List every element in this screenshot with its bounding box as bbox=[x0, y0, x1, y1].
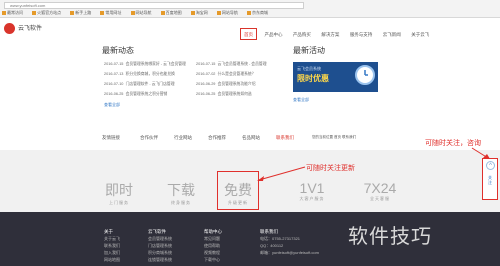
footer-link[interactable]: 使用帮助 bbox=[204, 242, 222, 249]
footer-link[interactable]: 连锁管理系统 bbox=[148, 256, 172, 263]
footer-link[interactable]: 联系我们 bbox=[104, 242, 120, 249]
nav-solutions[interactable]: 解决方案 bbox=[318, 29, 342, 41]
up-arrow-icon: ^ bbox=[486, 161, 495, 170]
side-follow-button[interactable]: ^ 关注 bbox=[482, 158, 498, 200]
annotation-middle: 可随时关注更新 bbox=[306, 165, 355, 172]
link-contact[interactable]: 联系我们 bbox=[276, 135, 294, 141]
bookmark[interactable]: 新手上路 bbox=[70, 10, 95, 16]
nav-products[interactable]: 产品中心 bbox=[261, 29, 285, 41]
footer-link[interactable]: 会员管理系统 bbox=[148, 235, 172, 242]
news-more-link[interactable]: 查看全部 bbox=[104, 102, 120, 108]
breadcrumb: 您的当前位置 首页 联系我们 bbox=[312, 135, 356, 139]
link-brands[interactable]: 名品网站 bbox=[242, 135, 260, 141]
main-nav: 首页 产品中心 产品购买 解决方案 服务与支持 云飞新闻 关于云飞 bbox=[240, 23, 432, 40]
feature-item: 7X24 全天客服 bbox=[363, 180, 397, 201]
bookmark[interactable]: 火狐官方站点 bbox=[32, 10, 65, 16]
nav-support[interactable]: 服务与支持 bbox=[347, 29, 376, 41]
site-header: 云飞软件 首页 产品中心 产品购买 解决方案 服务与支持 云飞新闻 关于云飞 bbox=[0, 19, 500, 40]
nav-about[interactable]: 关于云飞 bbox=[408, 29, 432, 41]
bookmark[interactable]: 百度地图 bbox=[160, 10, 186, 16]
annotation-arrow bbox=[471, 147, 490, 159]
news-item[interactable]: 2016-07-15 会员管理系统哪家好 - 云飞会员管理 bbox=[104, 62, 186, 67]
link-recommend[interactable]: 合作推荐 bbox=[208, 135, 226, 141]
news-title: 最新动态 bbox=[102, 46, 134, 55]
footer-contact: QQ：400112 bbox=[260, 243, 284, 248]
clock-icon bbox=[355, 65, 375, 85]
news-item[interactable]: 2016-07-15 云飞会员管理系统 - 会员管理 bbox=[196, 62, 267, 67]
browser-chrome: www.yunfeisoft.com 最常访问 火狐官方站点 新手上路 常用网址… bbox=[0, 0, 500, 18]
bookmark[interactable]: 常用网址 bbox=[100, 10, 125, 16]
nav-home[interactable]: 首页 bbox=[240, 28, 257, 40]
link-industry[interactable]: 行业网站 bbox=[174, 135, 192, 141]
bookmark[interactable]: 京东商城 bbox=[247, 10, 272, 16]
feature-item: 1V1 大客户服务 bbox=[299, 180, 325, 201]
footer-link[interactable]: 门店管理系统 bbox=[148, 242, 172, 249]
link-friends[interactable]: 友情链接 bbox=[102, 135, 120, 141]
footer-contact: 邮箱：yunfeisoft@yunfeisoft.com bbox=[260, 250, 319, 255]
footer-link[interactable]: 网站地图 bbox=[104, 256, 120, 263]
annotation-arrow bbox=[257, 166, 306, 181]
bookmark[interactable]: 淘宝网 bbox=[190, 10, 212, 16]
activity-more-link[interactable]: 查看全部 bbox=[293, 97, 309, 103]
banner-headline: 限时优惠 bbox=[297, 74, 329, 83]
logo-icon bbox=[4, 22, 15, 34]
footer-col: 帮助中心 常见问题 使用帮助 视频教程 下载中心 bbox=[204, 229, 222, 263]
address-bar[interactable]: www.yunfeisoft.com bbox=[4, 2, 304, 9]
nav-purchase[interactable]: 产品购买 bbox=[290, 29, 314, 41]
footer-link[interactable]: 加入我们 bbox=[104, 249, 120, 256]
footer-link[interactable]: 积分商城系统 bbox=[148, 249, 172, 256]
footer-col: 云飞软件 会员管理系统 门店管理系统 积分商城系统 连锁管理系统 bbox=[148, 229, 172, 263]
banner-subtitle: 云飞会员系统 bbox=[297, 66, 321, 71]
link-partners[interactable]: 合作伙伴 bbox=[140, 135, 158, 141]
bookmarks-bar: 最常访问 火狐官方站点 新手上路 常用网址 网站导航 百度地图 淘宝网 网站导航… bbox=[2, 10, 302, 17]
footer-contact: 电话：0755-27317321 bbox=[260, 236, 301, 241]
watermark: 软件技巧 bbox=[348, 226, 432, 248]
news-item[interactable]: 2016-06-25 会员管理系统之积分营销 bbox=[104, 92, 167, 97]
footer-col: 关于 关于云飞 联系我们 加入我们 网站地图 bbox=[104, 229, 120, 263]
feature-item: 下载 终身服务 bbox=[167, 182, 195, 205]
news-item[interactable]: 2016-07-02 什么是会员管理系统？ bbox=[196, 72, 256, 77]
bookmark[interactable]: 最常访问 bbox=[2, 10, 27, 16]
feature-item: 即时 上门服务 bbox=[105, 182, 133, 205]
news-item[interactable]: 2016-07-13 积分兑换商城，积分也能兑换 bbox=[104, 72, 175, 77]
bookmark[interactable]: 网站导航 bbox=[130, 10, 156, 16]
news-item[interactable]: 2016-06-29 会员管理系统功能介绍 bbox=[196, 82, 256, 87]
footer-link[interactable]: 关于云飞 bbox=[104, 235, 120, 242]
highlight-box bbox=[217, 171, 259, 210]
footer-link[interactable]: 视频教程 bbox=[204, 249, 222, 256]
footer-link[interactable]: 下载中心 bbox=[204, 256, 222, 263]
bookmark[interactable]: 网站导航 bbox=[216, 10, 242, 16]
nav-news[interactable]: 云飞新闻 bbox=[380, 29, 404, 41]
site-logo[interactable]: 云飞软件 bbox=[4, 22, 59, 36]
news-item[interactable]: 2016-06-25 会员管理系统如何选 bbox=[196, 92, 252, 97]
activity-title: 最新活动 bbox=[293, 46, 325, 55]
footer-col: 联系我们 电话：0755-27317321 QQ：400112 邮箱：yunfe… bbox=[260, 229, 319, 255]
news-item[interactable]: 2016-07-10 门店管理软件 - 云飞门店管理 bbox=[104, 82, 175, 87]
footer-link[interactable]: 常见问题 bbox=[204, 235, 222, 242]
side-follow-label: 关注 bbox=[488, 175, 492, 185]
